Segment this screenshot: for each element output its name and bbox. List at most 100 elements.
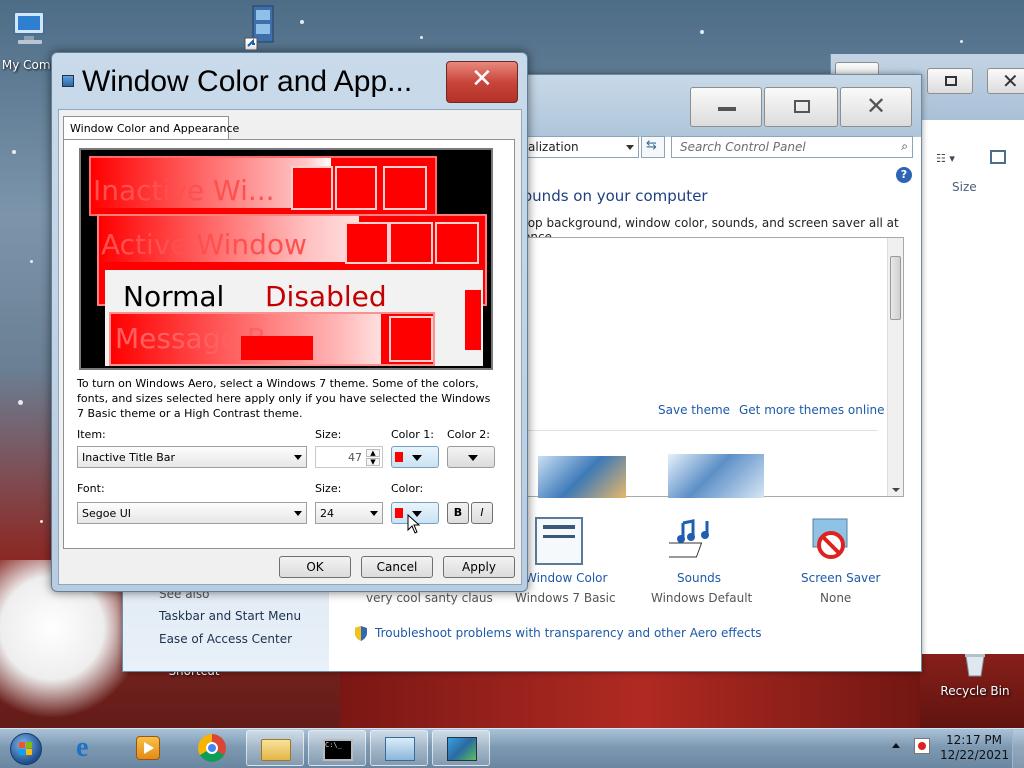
window-color-title[interactable]: Window Color: [525, 571, 607, 585]
clock-time: 12:17 PM: [946, 733, 1002, 747]
close-icon: ✕: [471, 64, 493, 94]
tab-window-color[interactable]: Window Color and Appearance: [63, 116, 239, 140]
theme-thumbnail[interactable]: [538, 456, 626, 498]
taskbar-chrome[interactable]: [182, 730, 240, 766]
show-desktop-button[interactable]: [1012, 730, 1024, 768]
scroll-down-arrow[interactable]: [892, 488, 900, 492]
chevron-down-icon: [412, 455, 422, 461]
show-hidden-icons-button[interactable]: [892, 743, 900, 748]
spin-up-button[interactable]: ▲: [366, 449, 380, 457]
ok-button[interactable]: OK: [279, 556, 351, 578]
troubleshoot-link[interactable]: Troubleshoot problems with transparency …: [375, 626, 762, 640]
preview-inactive-window: Inactive Wi...: [89, 156, 437, 216]
taskbar-media-player[interactable]: [120, 730, 178, 766]
close-button[interactable]: ✕: [446, 61, 518, 103]
desktop-icon-label: Recycle Bin: [940, 684, 1010, 698]
search-input[interactable]: Search Control Panel ⌕: [671, 136, 913, 158]
taskbar-explorer[interactable]: [246, 730, 304, 766]
font-size-select[interactable]: 24: [315, 502, 383, 524]
preview-inactive-title: Inactive Wi...: [93, 174, 275, 207]
font-size-value: 24: [320, 507, 334, 520]
window-color-icon: [535, 517, 583, 565]
internet-explorer-icon: e: [76, 732, 89, 763]
minimize-button[interactable]: [690, 87, 762, 127]
scrollbar[interactable]: [887, 238, 903, 496]
start-button[interactable]: [4, 730, 48, 768]
item-select[interactable]: Inactive Title Bar: [77, 446, 307, 468]
sidebar-link-taskbar[interactable]: Taskbar and Start Menu: [159, 609, 301, 623]
chevron-down-icon: [294, 455, 302, 460]
theme-caption: very cool santy claus: [366, 591, 493, 605]
close-button[interactable]: ✕: [840, 87, 912, 127]
sounds-title[interactable]: Sounds: [677, 571, 721, 585]
recycle-bin-icon: [938, 652, 1012, 681]
spin-down-button[interactable]: ▼: [366, 458, 380, 466]
screen-saver-icon: [809, 517, 855, 563]
windows-logo-icon: [10, 733, 42, 765]
screen-saver-title[interactable]: Screen Saver: [801, 571, 880, 585]
italic-button[interactable]: I: [471, 502, 493, 524]
column-header-size[interactable]: Size: [952, 180, 977, 194]
size-stepper[interactable]: 47 ▲ ▼: [315, 446, 383, 468]
appearance-preview[interactable]: Inactive Wi... Active Window Normal Disa…: [79, 148, 493, 370]
desktop-icon-recycle-bin[interactable]: Recycle Bin: [938, 652, 1012, 698]
refresh-button[interactable]: ⇆: [641, 136, 665, 158]
mouse-cursor: [407, 513, 421, 534]
command-prompt-icon: C:\_: [323, 739, 353, 761]
save-theme-link[interactable]: Save theme: [658, 403, 730, 417]
color1-button[interactable]: [391, 446, 439, 468]
window-color-dialog[interactable]: Window Color and App... ✕ Window Color a…: [51, 52, 528, 592]
view-options-icon[interactable]: ☷ ▾: [936, 152, 974, 166]
sounds-icon: [655, 517, 721, 565]
address-text: alization: [528, 140, 579, 154]
tab-label: Window Color and Appearance: [70, 122, 240, 135]
theme-thumbnail[interactable]: [668, 454, 764, 498]
taskbar-cmd[interactable]: C:\_: [308, 730, 366, 766]
size-label: Size:: [315, 428, 342, 441]
preview-pane-icon[interactable]: [990, 150, 1006, 164]
maximize-button[interactable]: [764, 87, 838, 127]
close-icon: ✕: [1002, 69, 1019, 93]
address-bar[interactable]: alization: [523, 136, 639, 158]
chrome-icon: [198, 734, 226, 762]
cancel-button[interactable]: Cancel: [361, 556, 433, 578]
color2-button[interactable]: [447, 446, 495, 468]
taskbar-control-panel[interactable]: [370, 730, 428, 766]
scrollbar-thumb[interactable]: [890, 256, 901, 320]
theme-list[interactable]: Save theme Get more themes online: [527, 237, 904, 498]
info-text: To turn on Windows Aero, select a Window…: [77, 377, 491, 420]
dialog-title: Window Color and App...: [82, 65, 413, 98]
control-panel-icon: [385, 737, 415, 761]
dialog-client: Window Color and Appearance Inactive Wi.…: [58, 109, 522, 585]
help-icon[interactable]: ?: [896, 167, 912, 183]
close-icon: ✕: [866, 92, 887, 120]
font-select[interactable]: Segoe UI: [77, 502, 307, 524]
action-center-icon[interactable]: [914, 738, 930, 754]
taskbar-personalization[interactable]: [432, 730, 490, 766]
sidebar-link-ease-of-access[interactable]: Ease of Access Center: [159, 632, 292, 646]
screen-saver-sub: None: [820, 591, 852, 605]
bold-button[interactable]: B: [447, 502, 469, 524]
taskbar-ie[interactable]: e: [62, 730, 120, 766]
clock[interactable]: 12:17 PM 12/22/2021: [940, 733, 1009, 763]
maximize-icon: [794, 100, 810, 113]
color1-swatch: [395, 452, 403, 462]
apply-button[interactable]: Apply: [443, 556, 515, 578]
chevron-down-icon: [370, 511, 378, 516]
close-button[interactable]: ✕: [987, 68, 1024, 94]
refresh-icon: ⇆: [646, 138, 657, 153]
divider: [528, 430, 878, 431]
search-placeholder: Search Control Panel: [680, 140, 806, 154]
shield-icon: [354, 626, 368, 641]
chevron-down-icon[interactable]: [626, 145, 634, 150]
item-select-value: Inactive Title Bar: [82, 451, 176, 464]
desktop-icon-label: My Comp: [1, 58, 59, 72]
get-more-themes-link[interactable]: Get more themes online: [739, 403, 885, 417]
maximize-button[interactable]: [927, 68, 973, 94]
desktop-icon-video[interactable]: [238, 4, 288, 56]
preview-normal-text: Normal: [123, 280, 225, 313]
font-select-value: Segoe UI: [82, 507, 132, 520]
dialog-app-icon: [62, 75, 74, 87]
font-color-swatch: [395, 508, 403, 518]
item-label: Item:: [77, 428, 106, 441]
